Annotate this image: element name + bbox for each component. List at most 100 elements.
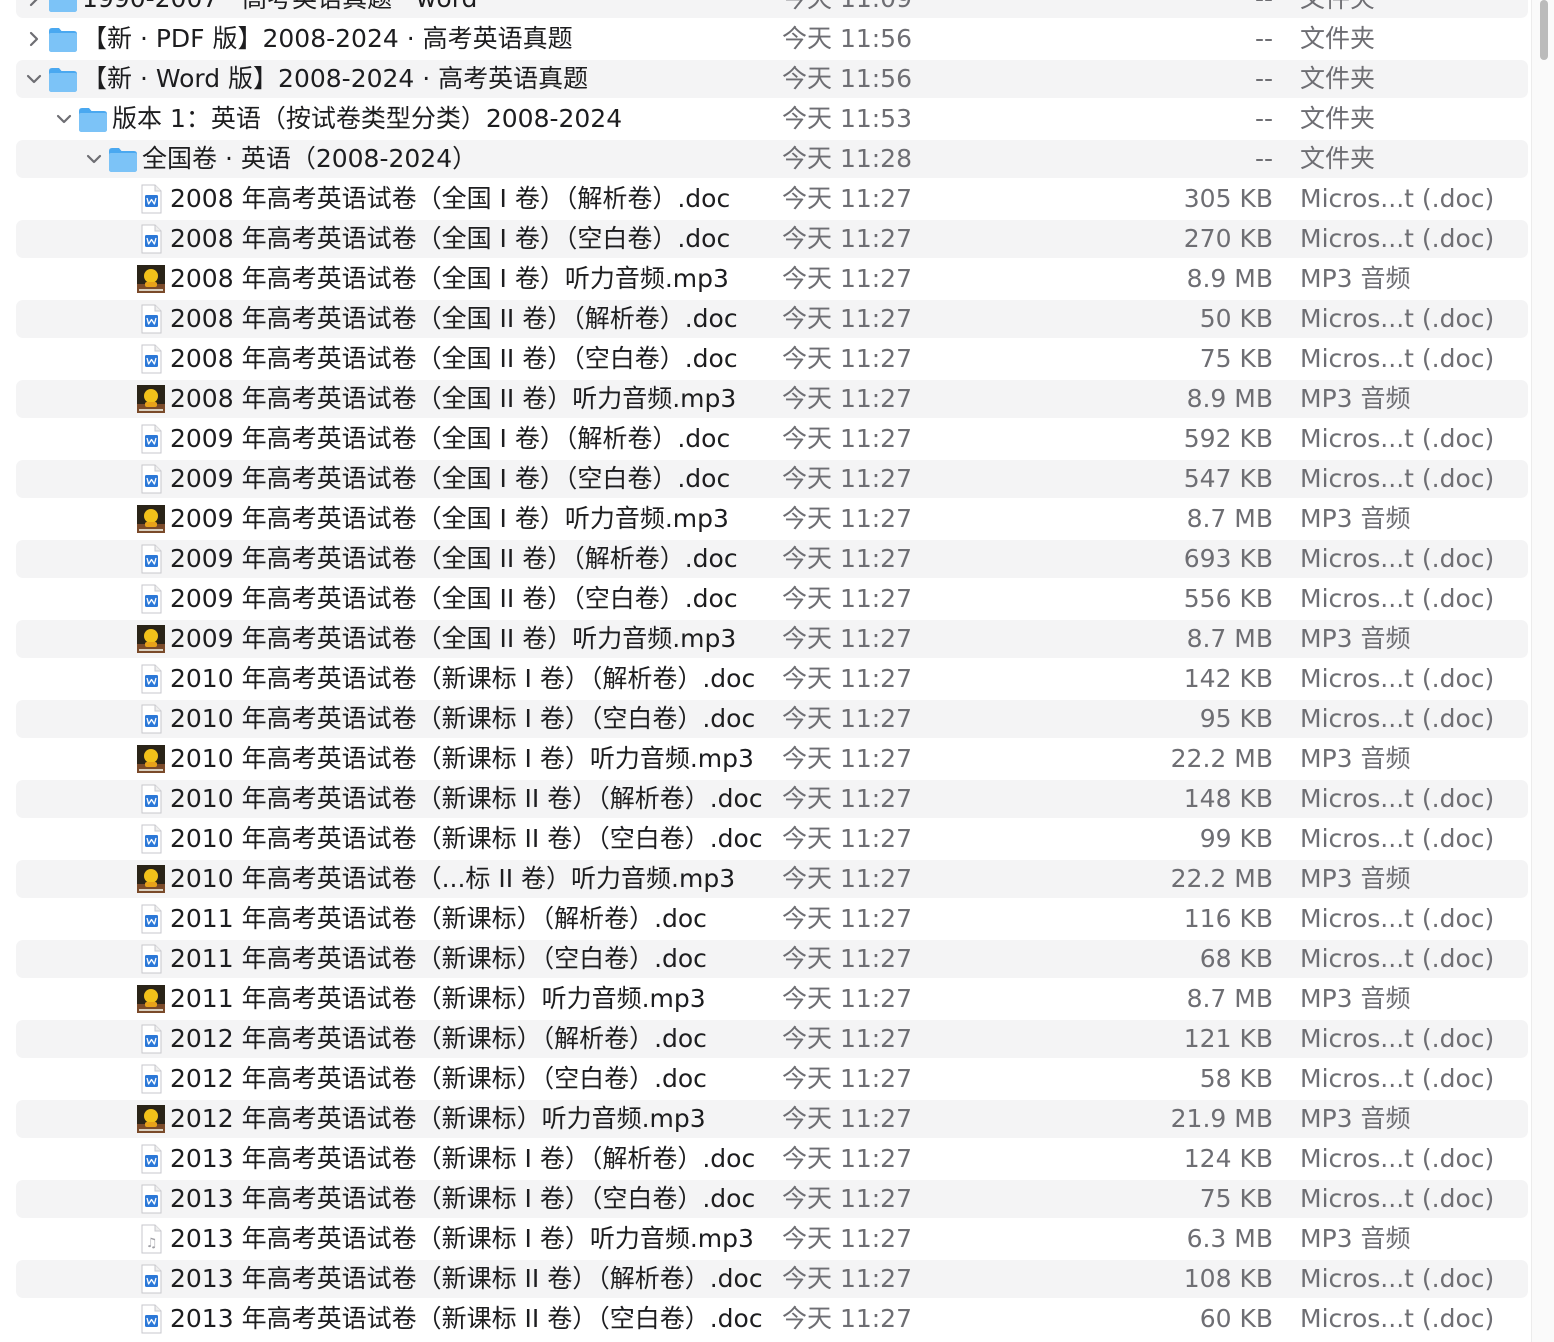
file-row[interactable]: 2008 年高考英语试卷（全国 I 卷）（空白卷）.doc 今天 11:27 270… xyxy=(16,220,1528,258)
file-name: 版本 1：英语（按试卷类型分类）2008-2024 xyxy=(112,104,623,133)
disclosure-expanded-icon[interactable] xyxy=(82,140,106,178)
date-modified: 今天 11:27 xyxy=(782,984,912,1013)
date-modified: 今天 11:27 xyxy=(782,344,912,373)
disclosure-collapsed-icon[interactable] xyxy=(22,20,46,58)
file-row[interactable]: 2009 年高考英语试卷（全国 I 卷）（解析卷）.doc 今天 11:27 592… xyxy=(16,420,1528,458)
file-row[interactable]: 2009 年高考英语试卷（全国 II 卷）听力音频.mp3 今天 11:27 8.7… xyxy=(16,620,1528,658)
file-name: 2013 年高考英语试卷（新课标 I 卷）（解析卷）.doc xyxy=(170,1144,756,1173)
file-size: 50 KB xyxy=(1199,304,1273,333)
file-row[interactable]: 2013 年高考英语试卷（新课标 II 卷）（空白卷）.doc 今天 11:27 6… xyxy=(16,1300,1528,1338)
date-modified: 今天 11:27 xyxy=(782,824,912,853)
mp3-artwork-icon xyxy=(136,624,166,654)
file-row[interactable]: 2009 年高考英语试卷（全国 I 卷）（空白卷）.doc 今天 11:27 547… xyxy=(16,460,1528,498)
file-name: 2009 年高考英语试卷（全国 II 卷）（解析卷）.doc xyxy=(170,544,738,573)
folder-row[interactable]: 1990-2007 · 高考英语真题 · word 今天 11:09 -- 文件夹 xyxy=(16,0,1528,18)
folder-icon xyxy=(48,24,78,54)
file-list: 1990-2007 · 高考英语真题 · word今天 11:09--文件夹【新… xyxy=(0,0,1554,1342)
file-name: 【新 · Word 版】2008-2024 · 高考英语真题 xyxy=(82,64,589,93)
file-row[interactable]: 2010 年高考英语试卷（新课标 II 卷）（空白卷）.doc 今天 11:27 9… xyxy=(16,820,1528,858)
scrollbar-thumb[interactable] xyxy=(1540,0,1548,60)
word-doc-icon xyxy=(136,1184,166,1214)
file-size: 693 KB xyxy=(1183,544,1273,573)
file-kind: Micros...t (.doc) xyxy=(1300,944,1495,973)
file-size: 58 KB xyxy=(1199,1064,1273,1093)
file-row[interactable]: 2009 年高考英语试卷（全国 I 卷）听力音频.mp3 今天 11:27 8.7 … xyxy=(16,500,1528,538)
disclosure-expanded-icon[interactable] xyxy=(52,100,76,138)
file-kind: 文件夹 xyxy=(1300,64,1376,93)
folder-icon xyxy=(48,0,78,14)
file-row[interactable]: 2008 年高考英语试卷（全国 II 卷）（解析卷）.doc 今天 11:27 50… xyxy=(16,300,1528,338)
file-row[interactable]: 2008 年高考英语试卷（全国 II 卷）听力音频.mp3 今天 11:27 8.9… xyxy=(16,380,1528,418)
word-doc-icon xyxy=(136,304,166,334)
file-name: 2008 年高考英语试卷（全国 I 卷）听力音频.mp3 xyxy=(170,264,729,293)
vertical-scrollbar[interactable] xyxy=(1531,0,1554,1342)
file-name: 2013 年高考英语试卷（新课标 II 卷）（解析卷）.doc xyxy=(170,1264,763,1293)
file-row[interactable]: 2010 年高考英语试卷（新课标 I 卷）（空白卷）.doc 今天 11:27 95… xyxy=(16,700,1528,738)
file-row[interactable]: 2013 年高考英语试卷（新课标 I 卷）（空白卷）.doc 今天 11:27 75… xyxy=(16,1180,1528,1218)
file-name: 【新 · PDF 版】2008-2024 · 高考英语真题 xyxy=(82,24,573,53)
file-row[interactable]: 2010 年高考英语试卷（新课标 II 卷）（解析卷）.doc 今天 11:27 1… xyxy=(16,780,1528,818)
mp3-artwork-icon xyxy=(136,504,166,534)
folder-row[interactable]: 全国卷 · 英语（2008-2024） 今天 11:28 -- 文件夹 xyxy=(16,140,1528,178)
date-modified: 今天 11:27 xyxy=(782,544,912,573)
file-row[interactable]: 2010 年高考英语试卷（...标 II 卷）听力音频.mp3 今天 11:27 2… xyxy=(16,860,1528,898)
date-modified: 今天 11:56 xyxy=(782,24,912,53)
file-name: 2013 年高考英语试卷（新课标 I 卷）听力音频.mp3 xyxy=(170,1224,754,1253)
file-row[interactable]: 2012 年高考英语试卷（新课标）（空白卷）.doc 今天 11:27 58 KB M… xyxy=(16,1060,1528,1098)
file-row[interactable]: 2010 年高考英语试卷（新课标 I 卷）（解析卷）.doc 今天 11:27 14… xyxy=(16,660,1528,698)
file-name: 2013 年高考英语试卷（新课标 II 卷）（空白卷）.doc xyxy=(170,1304,763,1333)
file-name: 2008 年高考英语试卷（全国 II 卷）听力音频.mp3 xyxy=(170,384,737,413)
file-kind: MP3 音频 xyxy=(1300,984,1411,1013)
word-doc-icon xyxy=(136,664,166,694)
disclosure-collapsed-icon[interactable] xyxy=(22,0,46,18)
word-doc-icon xyxy=(136,1064,166,1094)
file-kind: Micros...t (.doc) xyxy=(1300,464,1495,493)
file-row[interactable]: 2012 年高考英语试卷（新课标）听力音频.mp3 今天 11:27 21.9 MB… xyxy=(16,1100,1528,1138)
file-row[interactable]: ♫ 2013 年高考英语试卷（新课标 I 卷）听力音频.mp3 今天 11:27 6.… xyxy=(16,1220,1528,1258)
file-size: -- xyxy=(1254,64,1273,93)
file-row[interactable]: 2011 年高考英语试卷（新课标）（解析卷）.doc 今天 11:27 116 KB… xyxy=(16,900,1528,938)
file-row[interactable]: 2008 年高考英语试卷（全国 I 卷）（解析卷）.doc 今天 11:27 305… xyxy=(16,180,1528,218)
mp3-artwork-icon xyxy=(136,864,166,894)
file-kind: Micros...t (.doc) xyxy=(1300,224,1495,253)
file-size: -- xyxy=(1254,104,1273,133)
folder-row[interactable]: 【新 · PDF 版】2008-2024 · 高考英语真题 今天 11:56 -- 文… xyxy=(16,20,1528,58)
date-modified: 今天 11:27 xyxy=(782,1144,912,1173)
folder-icon xyxy=(78,104,108,134)
date-modified: 今天 11:56 xyxy=(782,64,912,93)
file-size: 8.7 MB xyxy=(1186,984,1273,1013)
folder-icon xyxy=(108,144,138,174)
file-name: 2008 年高考英语试卷（全国 I 卷）（空白卷）.doc xyxy=(170,224,731,253)
file-name: 2012 年高考英语试卷（新课标）听力音频.mp3 xyxy=(170,1104,706,1133)
word-doc-icon xyxy=(136,1144,166,1174)
word-doc-icon xyxy=(136,1264,166,1294)
disclosure-expanded-icon[interactable] xyxy=(22,60,46,98)
file-row[interactable]: 2013 年高考英语试卷（新课标 I 卷）（解析卷）.doc 今天 11:27 12… xyxy=(16,1140,1528,1178)
file-name: 2011 年高考英语试卷（新课标）听力音频.mp3 xyxy=(170,984,706,1013)
date-modified: 今天 11:27 xyxy=(782,784,912,813)
mp3-artwork-icon xyxy=(136,384,166,414)
date-modified: 今天 11:27 xyxy=(782,264,912,293)
file-size: 8.9 MB xyxy=(1186,384,1273,413)
file-row[interactable]: 2011 年高考英语试卷（新课标）（空白卷）.doc 今天 11:27 68 KB M… xyxy=(16,940,1528,978)
file-size: 547 KB xyxy=(1183,464,1273,493)
file-row[interactable]: 2011 年高考英语试卷（新课标）听力音频.mp3 今天 11:27 8.7 MB M… xyxy=(16,980,1528,1018)
file-size: 142 KB xyxy=(1183,664,1273,693)
word-doc-icon xyxy=(136,784,166,814)
file-kind: 文件夹 xyxy=(1300,0,1375,18)
date-modified: 今天 11:27 xyxy=(782,904,912,933)
folder-row[interactable]: 版本 1：英语（按试卷类型分类）2008-2024 今天 11:53 -- 文件夹 xyxy=(16,100,1528,138)
file-row[interactable]: 2008 年高考英语试卷（全国 II 卷）（空白卷）.doc 今天 11:27 75… xyxy=(16,340,1528,378)
file-row[interactable]: 2010 年高考英语试卷（新课标 I 卷）听力音频.mp3 今天 11:27 22.… xyxy=(16,740,1528,778)
file-name: 2009 年高考英语试卷（全国 I 卷）（空白卷）.doc xyxy=(170,464,731,493)
file-row[interactable]: 2009 年高考英语试卷（全国 II 卷）（解析卷）.doc 今天 11:27 69… xyxy=(16,540,1528,578)
file-kind: MP3 音频 xyxy=(1300,864,1411,893)
folder-row[interactable]: 【新 · Word 版】2008-2024 · 高考英语真题 今天 11:56 --… xyxy=(16,60,1528,98)
date-modified: 今天 11:27 xyxy=(782,704,912,733)
file-row[interactable]: 2008 年高考英语试卷（全国 I 卷）听力音频.mp3 今天 11:27 8.9 … xyxy=(16,260,1528,298)
word-doc-icon xyxy=(136,704,166,734)
file-row[interactable]: 2013 年高考英语试卷（新课标 II 卷）（解析卷）.doc 今天 11:27 1… xyxy=(16,1260,1528,1298)
file-row[interactable]: 2009 年高考英语试卷（全国 II 卷）（空白卷）.doc 今天 11:27 55… xyxy=(16,580,1528,618)
file-row[interactable]: 2012 年高考英语试卷（新课标）（解析卷）.doc 今天 11:27 121 KB… xyxy=(16,1020,1528,1058)
file-kind: MP3 音频 xyxy=(1300,504,1411,533)
